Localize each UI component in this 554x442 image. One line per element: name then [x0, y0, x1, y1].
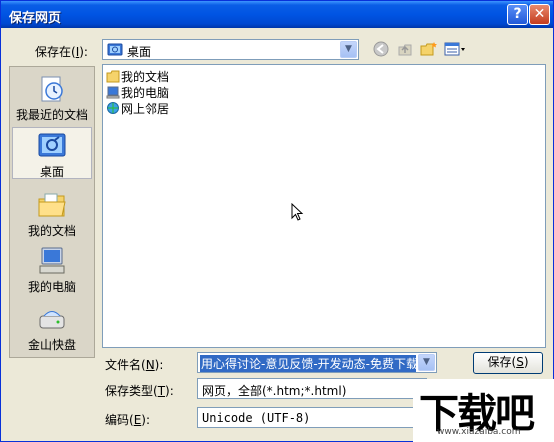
chevron-down-icon[interactable]: ▼ [340, 41, 357, 58]
place-my-documents[interactable]: 我的文档 [12, 187, 92, 239]
encoding-select[interactable]: Unicode (UTF-8) [197, 407, 427, 428]
up-folder-icon[interactable] [395, 41, 415, 59]
desktop-small-icon [107, 42, 123, 58]
close-icon: ✕ [533, 6, 546, 22]
save-button[interactable]: 保存(S) [473, 352, 543, 374]
place-desktop[interactable]: 桌面 [12, 127, 92, 179]
list-item[interactable]: 我的文档 [105, 68, 169, 84]
save-webpage-dialog: 保存网页 ? ✕ 保存在(I): 桌面 ▼ 我最近的文档 桌面 我的文档 我的电… [0, 0, 554, 442]
save-in-select[interactable]: 桌面 ▼ [102, 39, 359, 60]
new-folder-icon[interactable] [419, 41, 439, 59]
filename-label: 文件名(N): [105, 358, 164, 372]
save-in-label: 保存在(I): [35, 45, 88, 59]
help-button[interactable]: ? [507, 4, 528, 25]
filetype-label: 保存类型(T): [105, 384, 174, 398]
encoding-label: 编码(E): [105, 413, 151, 427]
place-label: 我的电脑 [27, 280, 76, 294]
mouse-cursor-icon [291, 202, 305, 223]
filename-input[interactable]: 用心得讨论-意见反馈-开发动态-免费下载 ▼ [197, 352, 437, 373]
watermark-logo: 下载吧 www.xiazaiba.com [413, 379, 554, 442]
place-label: 我最近的文档 [15, 108, 88, 122]
network-icon [105, 101, 121, 116]
list-item[interactable]: 我的电脑 [105, 84, 169, 100]
place-my-computer[interactable]: 我的电脑 [12, 243, 92, 295]
desktop-icon [36, 131, 68, 161]
encoding-value: Unicode (UTF-8) [202, 411, 311, 425]
computer-icon [105, 86, 121, 100]
place-recent-documents[interactable]: 我最近的文档 [12, 71, 92, 123]
my-documents-icon [36, 190, 68, 220]
folder-icon [105, 70, 121, 84]
window-title: 保存网页 [9, 11, 62, 26]
place-kuaipan[interactable]: 金山快盘 [12, 301, 92, 353]
title-bar[interactable]: 保存网页 ? ✕ [1, 1, 553, 28]
back-icon[interactable] [371, 41, 391, 59]
filename-value: 用心得讨论-意见反馈-开发动态-免费下载 [200, 355, 416, 372]
filetype-value: 网页，全部(*.htm;*.html) [202, 384, 347, 398]
my-computer-icon [36, 246, 68, 276]
recent-documents-icon [36, 74, 68, 104]
place-label: 我的文档 [27, 224, 76, 238]
save-in-value: 桌面 [127, 45, 152, 59]
filetype-select[interactable]: 网页，全部(*.htm;*.html) [197, 378, 427, 399]
place-label: 桌面 [39, 165, 64, 179]
place-label: 金山快盘 [27, 338, 76, 352]
list-item[interactable]: 网上邻居 [105, 100, 169, 116]
chevron-down-icon[interactable]: ▼ [418, 354, 435, 371]
help-icon: ? [513, 6, 522, 22]
places-bar: 我最近的文档 桌面 我的文档 我的电脑 金山快盘 [9, 66, 95, 358]
file-list[interactable]: 我的文档 我的电脑 网上邻居 [102, 64, 546, 348]
view-menu-icon[interactable] [443, 41, 467, 59]
kuaipan-drive-icon [36, 304, 68, 334]
close-button[interactable]: ✕ [529, 4, 550, 25]
